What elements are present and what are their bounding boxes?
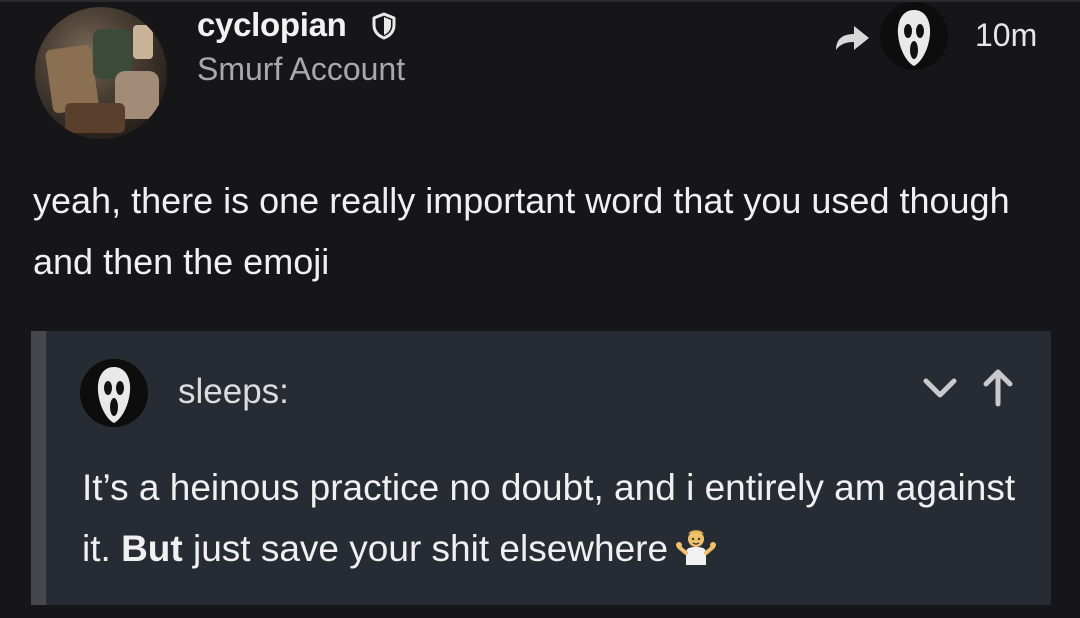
ghost-face-icon bbox=[880, 2, 948, 70]
quote-author-avatar[interactable] bbox=[80, 359, 148, 427]
person-shrugging-emoji bbox=[676, 530, 717, 565]
quote-author[interactable]: sleeps: bbox=[178, 372, 289, 412]
quote-bar bbox=[31, 331, 46, 605]
share-icon[interactable] bbox=[832, 22, 872, 54]
quote-text-part2: just save your shit elsewhere bbox=[182, 528, 669, 569]
reply-to-avatar[interactable] bbox=[880, 2, 948, 70]
ghost-face-icon bbox=[80, 359, 148, 427]
comment-body: yeah, there is one really important word… bbox=[33, 180, 1010, 282]
timestamp: 10m bbox=[975, 17, 1038, 53]
quote-text: It’s a heinous practice no doubt, and i … bbox=[82, 457, 1032, 579]
quote-text-bold: But bbox=[121, 528, 183, 569]
arrow-up-icon[interactable] bbox=[978, 366, 1018, 408]
user-subtitle: Smurf Account bbox=[197, 51, 406, 87]
username[interactable]: cyclopian bbox=[197, 6, 347, 44]
chevron-down-icon[interactable] bbox=[920, 371, 960, 405]
shield-icon bbox=[372, 12, 396, 40]
user-avatar[interactable] bbox=[35, 7, 167, 139]
